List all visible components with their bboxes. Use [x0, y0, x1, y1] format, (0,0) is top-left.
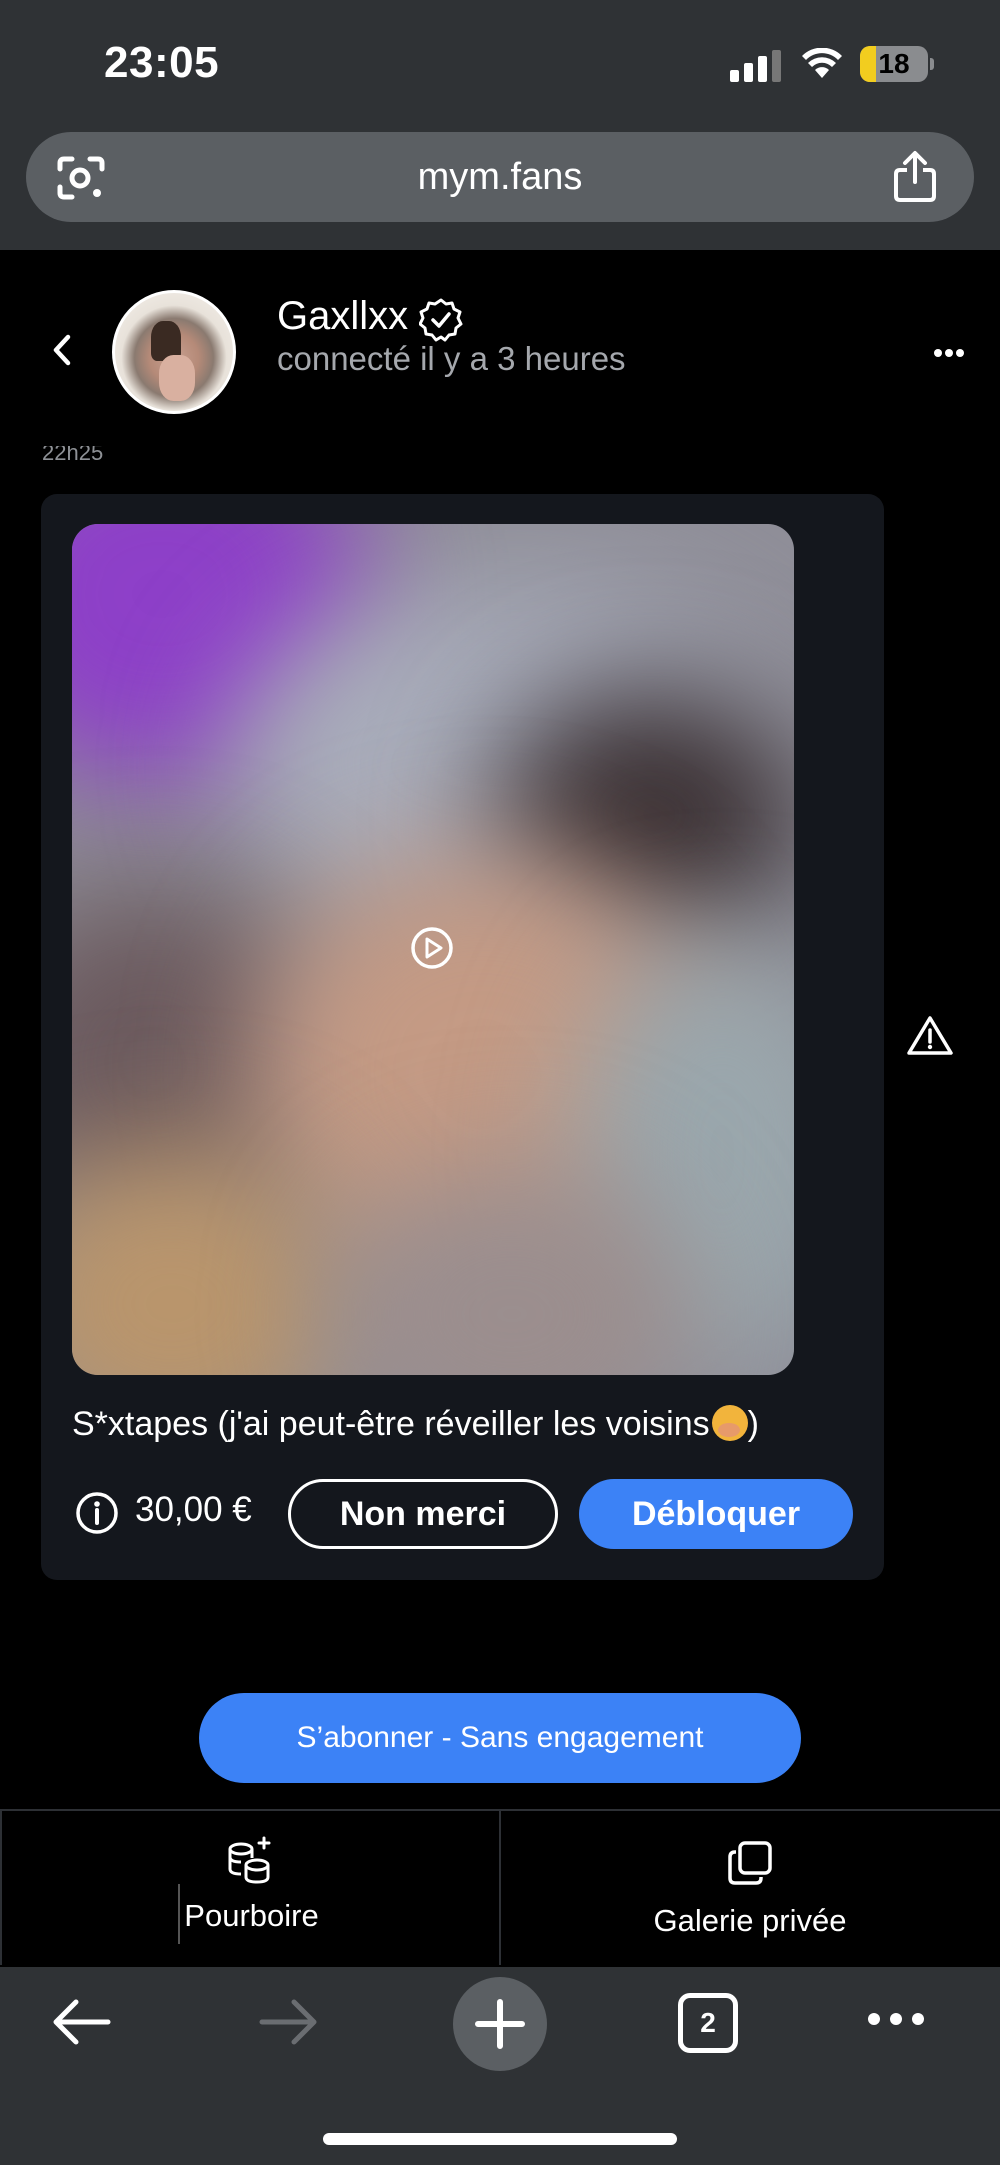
more-options-icon[interactable] — [934, 348, 964, 358]
username[interactable]: Gaxllxx — [277, 294, 408, 339]
wifi-icon — [802, 48, 842, 78]
message-caption: S*xtapes (j'ai peut-être réveiller les v… — [72, 1405, 759, 1443]
arrow-right-icon[interactable] — [258, 1998, 320, 2046]
avatar[interactable] — [112, 290, 236, 414]
verified-badge-icon — [419, 298, 463, 342]
coins-plus-icon[interactable] — [225, 1836, 275, 1886]
gallery-copy-icon[interactable] — [727, 1840, 773, 1886]
decline-button[interactable]: Non merci — [288, 1479, 558, 1549]
back-chevron-icon[interactable] — [52, 333, 72, 367]
report-warning-icon[interactable] — [906, 1014, 954, 1056]
subscribe-button[interactable]: S’abonner - Sans engagement — [199, 1693, 801, 1783]
share-icon[interactable] — [892, 150, 938, 204]
more-menu-icon[interactable] — [866, 2011, 926, 2027]
tab-divider — [499, 1811, 501, 1965]
cellular-signal-icon — [730, 50, 781, 82]
message-timestamp: 22h25 — [42, 446, 104, 465]
info-icon[interactable] — [75, 1491, 119, 1535]
battery-tip — [930, 58, 934, 70]
online-status: connecté il y a 3 heures — [277, 340, 626, 377]
tab-gallery-label[interactable]: Galerie privée — [500, 1903, 1000, 1939]
google-lens-icon[interactable] — [56, 155, 106, 201]
home-indicator[interactable] — [323, 2133, 677, 2145]
status-time: 23:05 — [104, 38, 220, 87]
unlock-button[interactable]: Débloquer — [579, 1479, 853, 1549]
face-with-hand-over-mouth-emoji — [711, 1405, 748, 1441]
tab-tip-label[interactable]: Pourboire — [180, 1898, 323, 1934]
tab-edge — [0, 1811, 2, 1965]
address-bar-url[interactable]: mym.fans — [26, 132, 974, 222]
play-icon[interactable] — [410, 926, 454, 970]
new-tab-button[interactable] — [453, 1977, 547, 2071]
tab-switcher-button[interactable]: 2 — [678, 1993, 738, 2053]
arrow-left-icon[interactable] — [50, 1998, 112, 2046]
battery-level: 18 — [878, 48, 910, 79]
plus-icon — [475, 1999, 525, 2049]
battery-icon: 18 — [860, 46, 928, 82]
unlock-price: 30,00 € — [135, 1490, 252, 1529]
